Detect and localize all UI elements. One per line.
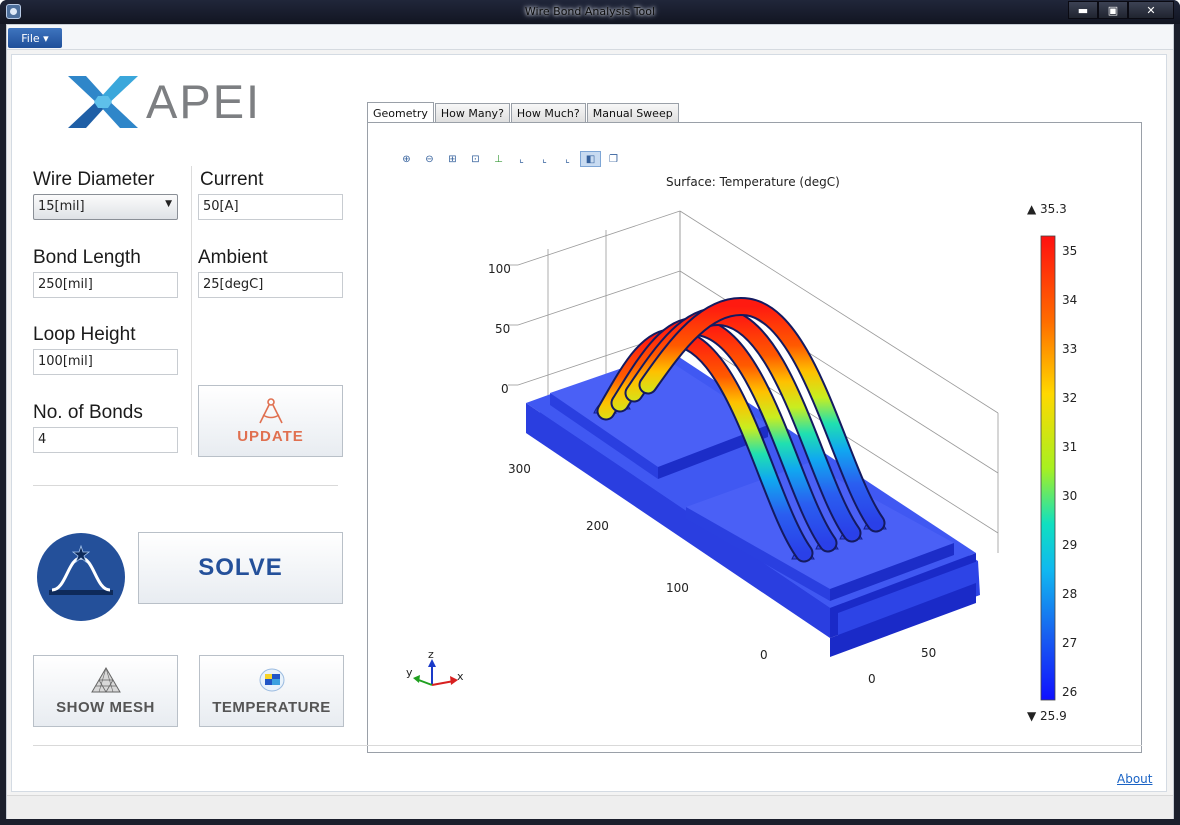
wire-diameter-label: Wire Diameter (33, 169, 155, 190)
loop-height-label: Loop Height (33, 324, 136, 345)
tab-how-many[interactable]: How Many? (434, 103, 510, 123)
current-input[interactable]: 50[A] (198, 194, 343, 220)
maximize-button[interactable]: ▣ (1098, 1, 1128, 19)
chevron-down-icon: ▼ (165, 199, 172, 209)
wire-diameter-select[interactable]: 15[mil] ▼ (33, 194, 178, 220)
ambient-input[interactable]: 25[degC] (198, 272, 343, 298)
window-controls: ▬ ▣ ✕ (1068, 1, 1174, 19)
axis-x-label: x (457, 670, 464, 683)
temperature-plot: 100 50 0 300 200 100 0 50 0 z x y ▲ 35.3… (406, 202, 1077, 723)
compass-icon (258, 397, 283, 423)
colorbar-tick: 33 (1062, 342, 1077, 356)
axis-triad-icon: z x y (406, 648, 464, 686)
view-tabs: Geometry How Many? How Much? Manual Swee… (367, 102, 680, 123)
colorbar-tick: 35 (1062, 244, 1077, 258)
about-link[interactable]: About (1117, 772, 1152, 786)
num-bonds-label: No. of Bonds (33, 402, 143, 423)
update-button-label: UPDATE (237, 427, 304, 445)
app-window: Wire Bond Analysis Tool ▬ ▣ ✕ File ▾ APE… (0, 0, 1180, 825)
colorbar-tick: 34 (1062, 293, 1077, 307)
title-bar[interactable]: Wire Bond Analysis Tool ▬ ▣ ✕ (0, 0, 1180, 24)
x-tick-label: 0 (868, 672, 876, 686)
solve-button[interactable]: SOLVE (138, 532, 343, 604)
form-divider (191, 166, 192, 455)
bond-length-input[interactable]: 250[mil] (33, 272, 178, 298)
apei-logo: APEI (68, 76, 328, 128)
solve-curve-icon (37, 533, 125, 621)
temperature-button-label: TEMPERATURE (212, 698, 331, 716)
color-legend: ▲ 35.3 35 34 33 32 31 30 29 28 27 26 ▼ 2… (1027, 202, 1077, 723)
color-max-label: ▲ 35.3 (1027, 202, 1067, 216)
colorbar-tick: 29 (1062, 538, 1077, 552)
menu-bar: File ▾ (7, 25, 1173, 50)
bottom-separator (33, 745, 1142, 746)
color-min-label: ▼ 25.9 (1027, 709, 1067, 723)
y-tick-label: 0 (760, 648, 768, 662)
temperature-button[interactable]: TEMPERATURE (199, 655, 344, 727)
axis-z-label: z (428, 648, 434, 661)
client-area: File ▾ APEI Wire Diameter 15[mil] ▼ Curr… (6, 24, 1174, 819)
colorbar-tick: 31 (1062, 440, 1077, 454)
temperature-plot-icon (259, 668, 284, 691)
graphics-view[interactable]: ⊕ ⊖ ⊞ ⊡ ⊥ ⌞ ⌞ ⌞ ◧ ❐ Surface: Temperature… (367, 122, 1142, 753)
colorbar-tick: 28 (1062, 587, 1077, 601)
status-bar (7, 795, 1173, 819)
z-tick-label: 50 (495, 322, 510, 336)
tab-manual-sweep[interactable]: Manual Sweep (586, 103, 679, 123)
y-tick-label: 200 (586, 519, 609, 533)
colorbar-tick: 27 (1062, 636, 1077, 650)
current-label: Current (200, 169, 264, 190)
colorbar-tick: 30 (1062, 489, 1077, 503)
num-bonds-input[interactable]: 4 (33, 427, 178, 453)
logo-text: APEI (146, 75, 262, 128)
window-title: Wire Bond Analysis Tool (524, 5, 656, 18)
file-menu[interactable]: File ▾ (8, 28, 62, 48)
update-button[interactable]: UPDATE (198, 385, 343, 457)
bond-length-label: Bond Length (33, 247, 141, 268)
apei-x-icon (68, 76, 138, 128)
y-tick-label: 100 (666, 581, 689, 595)
minimize-button[interactable]: ▬ (1068, 1, 1098, 19)
z-tick-label: 0 (501, 382, 509, 396)
colorbar (1040, 235, 1056, 701)
tab-how-much[interactable]: How Much? (510, 103, 586, 123)
close-button[interactable]: ✕ (1128, 1, 1174, 19)
colorbar-tick: 26 (1062, 685, 1077, 699)
wire-diameter-value: 15[mil] (38, 199, 85, 214)
z-tick-label: 100 (488, 262, 511, 276)
show-mesh-button-label: SHOW MESH (56, 698, 155, 716)
tab-geometry[interactable]: Geometry (367, 102, 434, 123)
loop-height-input[interactable]: 100[mil] (33, 349, 178, 375)
solve-button-label: SOLVE (198, 554, 283, 581)
left-separator (33, 485, 338, 486)
x-tick-label: 50 (921, 646, 936, 660)
mesh-icon (90, 666, 121, 692)
axis-y-label: y (406, 666, 413, 679)
show-mesh-button[interactable]: SHOW MESH (33, 655, 178, 727)
colorbar-tick: 32 (1062, 391, 1077, 405)
y-tick-label: 300 (508, 462, 531, 476)
main-panel: APEI Wire Diameter 15[mil] ▼ Current 50[… (11, 54, 1167, 792)
ambient-label: Ambient (198, 247, 268, 268)
